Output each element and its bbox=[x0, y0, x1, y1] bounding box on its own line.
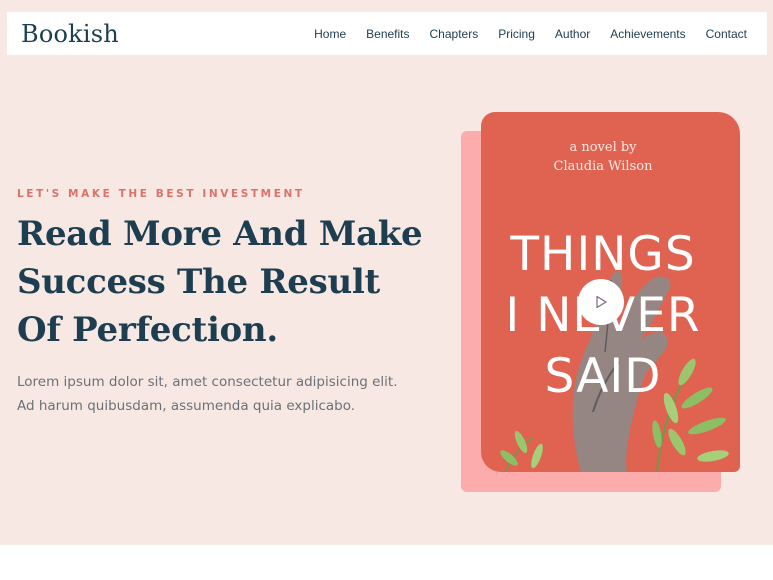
description-line: Ad harum quibusdam, assumenda quia expli… bbox=[17, 398, 356, 414]
site-logo[interactable]: Bookish bbox=[21, 20, 119, 48]
top-navbar: Bookish Home Benefits Chapters Pricing A… bbox=[7, 12, 767, 55]
hero-headline: Read More And Make Success The Result Of… bbox=[17, 210, 437, 354]
play-video-button[interactable] bbox=[578, 279, 624, 325]
hero-description: Lorem ipsum dolor sit, amet consectetur … bbox=[17, 370, 437, 418]
nav-link-benefits[interactable]: Benefits bbox=[366, 27, 409, 41]
book-title-line: THINGS bbox=[510, 227, 696, 282]
book-title-line: SAID bbox=[544, 349, 662, 404]
main-nav: Home Benefits Chapters Pricing Author Ac… bbox=[314, 27, 747, 41]
nav-link-achievements[interactable]: Achievements bbox=[610, 27, 685, 41]
nav-link-chapters[interactable]: Chapters bbox=[430, 27, 479, 41]
headline-line: Success The Result bbox=[17, 262, 380, 302]
headline-line: Read More And Make bbox=[17, 214, 423, 254]
nav-link-pricing[interactable]: Pricing bbox=[498, 27, 535, 41]
nav-link-contact[interactable]: Contact bbox=[706, 27, 747, 41]
nav-link-home[interactable]: Home bbox=[314, 27, 346, 41]
description-line: Lorem ipsum dolor sit, amet consectetur … bbox=[17, 374, 398, 390]
byline-line: Claudia Wilson bbox=[553, 159, 653, 174]
book-byline: a novel by Claudia Wilson bbox=[481, 138, 725, 176]
byline-line: a novel by bbox=[569, 140, 637, 155]
nav-link-author[interactable]: Author bbox=[555, 27, 590, 41]
hero-eyebrow: LET'S MAKE THE BEST INVESTMENT bbox=[17, 188, 305, 200]
headline-line: Of Perfection. bbox=[17, 310, 278, 350]
play-icon bbox=[596, 295, 607, 309]
